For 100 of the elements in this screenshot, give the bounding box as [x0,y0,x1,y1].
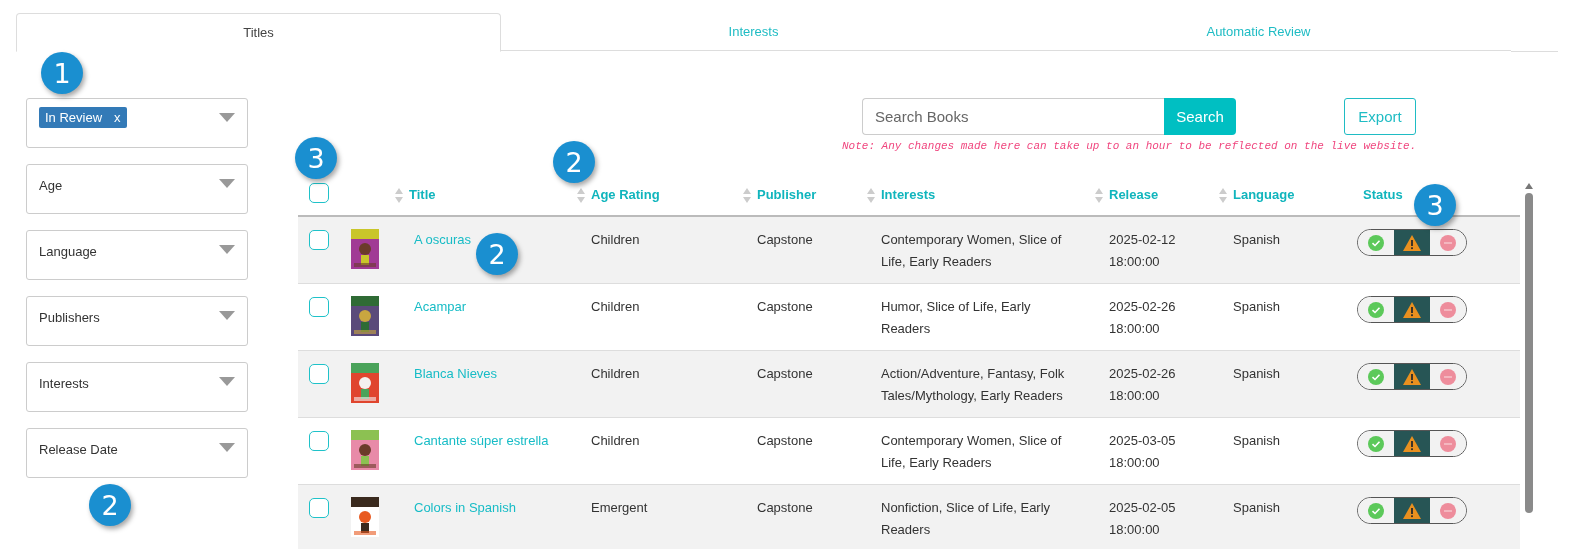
review-button[interactable] [1394,431,1430,456]
sort-icon[interactable] [577,187,585,203]
row-checkbox[interactable] [309,230,329,250]
caret-icon [219,245,235,254]
row-checkbox[interactable] [309,431,329,451]
table-cell: Capstone [757,299,813,314]
check-icon [1368,301,1384,318]
caret-icon [219,443,235,452]
table-cell: 2025-02-12 18:00:00 [1109,232,1176,269]
filter-dropdown[interactable]: Age [26,164,248,214]
table-cell: Children [591,299,640,314]
warning-icon [1403,435,1421,452]
table-cell: Children [591,433,640,448]
row-checkbox[interactable] [309,297,329,317]
check-icon [1368,368,1384,385]
table-cell: Capstone [757,366,813,381]
row-checkbox[interactable] [309,364,329,384]
note-text: Note: Any changes made here can take up to an hour to be reflected on the live website. [842,140,1418,152]
filter-dropdown[interactable]: Interests [26,362,248,412]
select-all-checkbox[interactable] [309,183,329,203]
scroll-up-icon[interactable] [1525,183,1533,189]
search-field[interactable]: Search Books [862,98,1164,135]
search-button[interactable]: Search [1164,98,1236,135]
approve-button[interactable] [1358,431,1394,456]
tab[interactable]: Titles [16,13,501,52]
column-header[interactable]: Language [1233,184,1295,206]
column-header[interactable]: Age Rating [591,184,660,206]
column-header[interactable]: Release [1109,184,1159,206]
review-button[interactable] [1394,364,1430,389]
table-cell: Nonfiction, Slice of Life, Early Readers [881,500,1051,537]
sort-icon[interactable] [867,187,875,203]
table-cell: Capstone [757,433,813,448]
sort-icon[interactable] [1219,187,1227,203]
title-link[interactable]: Colors in Spanish [414,500,516,515]
table-cell: Contemporary Women, Slice of Life, Early Readers [881,232,1062,269]
step-number-badge: 3 [295,137,337,179]
filter-placeholder: Publishers [39,309,100,325]
column-header[interactable]: Publisher [757,184,817,206]
reject-button[interactable] [1430,431,1466,456]
check-icon [1368,435,1384,452]
sort-icon[interactable] [1095,187,1103,203]
title-link[interactable]: Acampar [414,299,467,314]
check-icon [1368,234,1384,251]
table-cell: 2025-02-26 18:00:00 [1109,299,1176,336]
filter-placeholder: Interests [39,375,89,391]
check-icon [1368,502,1384,519]
reject-button[interactable] [1430,297,1466,322]
column-header[interactable]: Title [409,184,436,206]
title-link[interactable]: Cantante súper estrella [414,433,549,448]
filter-dropdown[interactable]: Language [26,230,248,280]
table-cell: 2025-02-05 18:00:00 [1109,500,1176,537]
table-cell: Capstone [757,232,813,247]
table-cell: Capstone [757,500,813,515]
column-header: Status [1363,186,1403,204]
step-number-badge: 1 [41,52,83,94]
table-cell: Spanish [1233,299,1280,314]
row-checkbox[interactable] [309,498,329,518]
filter-dropdown[interactable]: Release Date [26,428,248,478]
caret-icon [219,179,235,188]
table-cell: Spanish [1233,366,1280,381]
caret-icon [219,311,235,320]
table-cell: Children [591,366,640,381]
filter-placeholder: Age [39,177,63,193]
review-button[interactable] [1394,297,1430,322]
minus-icon [1440,301,1456,318]
table-cell: Spanish [1233,500,1280,515]
filter-placeholder: Language [39,243,97,259]
caret-icon [219,377,235,386]
minus-icon [1440,368,1456,385]
step-number-badge: 2 [553,141,595,183]
filter-placeholder: Release Date [39,441,118,457]
caret-icon [219,113,235,122]
export-button[interactable]: Export [1344,98,1416,135]
sort-icon[interactable] [395,187,403,203]
table-cell: Spanish [1233,433,1280,448]
filter-tag: In Review x [39,107,127,128]
minus-icon [1440,502,1456,519]
step-number-badge: 3 [1414,184,1456,226]
warning-icon [1403,368,1421,385]
remove-tag-button[interactable]: x [114,110,121,125]
warning-icon [1403,301,1421,318]
title-link[interactable]: A oscuras [414,232,472,247]
approve-button[interactable] [1358,297,1394,322]
table-cell: Humor, Slice of Life, Early Readers [881,299,1031,336]
minus-icon [1440,234,1456,251]
filter-dropdown[interactable]: In Review x [26,98,248,148]
review-button[interactable] [1394,230,1430,255]
table-cell: Emergent [591,500,648,515]
filter-dropdown[interactable]: Publishers [26,296,248,346]
title-link[interactable]: Blanca Nieves [414,366,498,381]
warning-icon [1403,234,1421,251]
review-button[interactable] [1394,498,1430,523]
table-cell: Action/Adventure, Fantasy, Folk Tales/Mythology, Early Readers [881,366,1065,403]
sort-icon[interactable] [743,187,751,203]
table-cell: Spanish [1233,232,1280,247]
tab[interactable]: Interests [501,13,1006,51]
table-cell: Children [591,232,640,247]
table-cell: 2025-02-26 18:00:00 [1109,366,1176,403]
column-header[interactable]: Interests [881,184,936,206]
tab[interactable]: Automatic Review [1006,13,1511,51]
